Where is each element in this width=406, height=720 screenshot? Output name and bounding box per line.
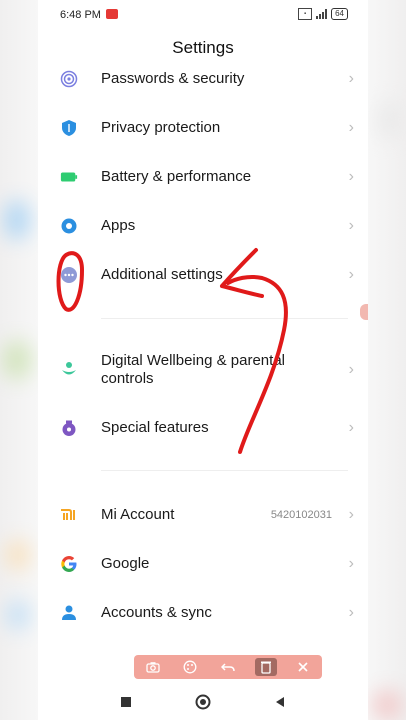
blurred-background-left (0, 0, 38, 720)
shield-icon (60, 119, 78, 137)
blurred-background-right (368, 0, 406, 720)
blur-blob (6, 540, 30, 570)
row-label: Mi Account (101, 506, 175, 523)
row-label: Passwords & security (101, 70, 245, 87)
row-label: Battery & performance (101, 168, 252, 185)
blur-blob (4, 200, 30, 240)
signal-icon (316, 9, 328, 19)
blur-blob (376, 100, 402, 140)
recents-button[interactable] (115, 691, 137, 713)
settings-row-privacy[interactable]: Privacy protection › (38, 108, 368, 148)
chevron-right-icon: › (348, 266, 354, 283)
row-label: Privacy protection (101, 119, 221, 136)
status-icons: ▪ 64 (298, 8, 348, 20)
trash-icon[interactable] (254, 658, 277, 676)
palette-icon[interactable] (179, 658, 201, 676)
row-label: Special features (101, 419, 209, 436)
settings-row-special-features[interactable]: Special features › (38, 408, 368, 448)
settings-row-mi-account[interactable]: Mi Account 5420102031 › (38, 495, 368, 535)
settings-row-passwords[interactable]: Passwords & security › (38, 59, 368, 99)
dots-icon (60, 266, 78, 284)
status-time: 6:48 PM (60, 9, 101, 21)
sim-icon: ▪ (298, 8, 313, 20)
settings-row-digital-wellbeing[interactable]: Digital Wellbeing & parental controls › (38, 346, 368, 394)
chevron-right-icon: › (348, 506, 354, 523)
wellbeing-icon (60, 361, 78, 379)
row-label: Google (101, 555, 150, 572)
blur-blob (6, 600, 30, 630)
settings-row-battery[interactable]: Battery & performance › (38, 157, 368, 197)
special-features-icon (60, 419, 78, 437)
mi-logo-icon (60, 506, 78, 524)
page-title: Settings (172, 38, 234, 57)
undo-icon[interactable] (217, 658, 239, 676)
floating-handle[interactable] (360, 304, 368, 320)
navigation-bar (38, 684, 368, 720)
screen-record-icon (106, 9, 118, 19)
chevron-right-icon: › (348, 217, 354, 234)
chevron-right-icon: › (348, 70, 354, 87)
row-label: Apps (101, 217, 136, 234)
settings-row-apps[interactable]: Apps › (38, 206, 368, 246)
chevron-right-icon: › (348, 604, 354, 621)
camera-icon[interactable] (142, 658, 164, 676)
settings-row-google[interactable]: Google › (38, 544, 368, 584)
settings-row-additional[interactable]: Additional settings › (38, 255, 368, 295)
battery-icon (60, 168, 78, 186)
phone-screen: 6:48 PM ▪ 64 Settings Passwords & securi… (38, 0, 368, 720)
mi-account-id: 5420102031 (270, 509, 332, 521)
status-bar: 6:48 PM ▪ 64 (38, 0, 368, 30)
blur-blob (2, 340, 32, 380)
back-button[interactable] (269, 691, 291, 713)
section-divider (101, 470, 348, 471)
chevron-right-icon: › (348, 419, 354, 436)
section-divider (101, 318, 348, 319)
chevron-right-icon: › (348, 555, 354, 572)
annotation-toolbar (134, 655, 322, 679)
row-label: Additional settings (101, 266, 223, 283)
google-logo-icon (60, 555, 78, 573)
blur-blob (372, 690, 402, 720)
settings-row-accounts-sync[interactable]: Accounts & sync › (38, 593, 368, 633)
row-label: Digital Wellbeing & parental controls (101, 352, 285, 387)
chevron-right-icon: › (348, 361, 354, 378)
chevron-right-icon: › (348, 168, 354, 185)
chevron-right-icon: › (348, 119, 354, 136)
battery-status: 64 (331, 8, 348, 20)
person-icon (60, 604, 78, 622)
close-icon[interactable] (292, 658, 314, 676)
home-button[interactable] (192, 691, 214, 713)
row-label: Accounts & sync (101, 604, 212, 621)
gear-icon (60, 217, 78, 235)
fingerprint-icon (60, 70, 78, 88)
